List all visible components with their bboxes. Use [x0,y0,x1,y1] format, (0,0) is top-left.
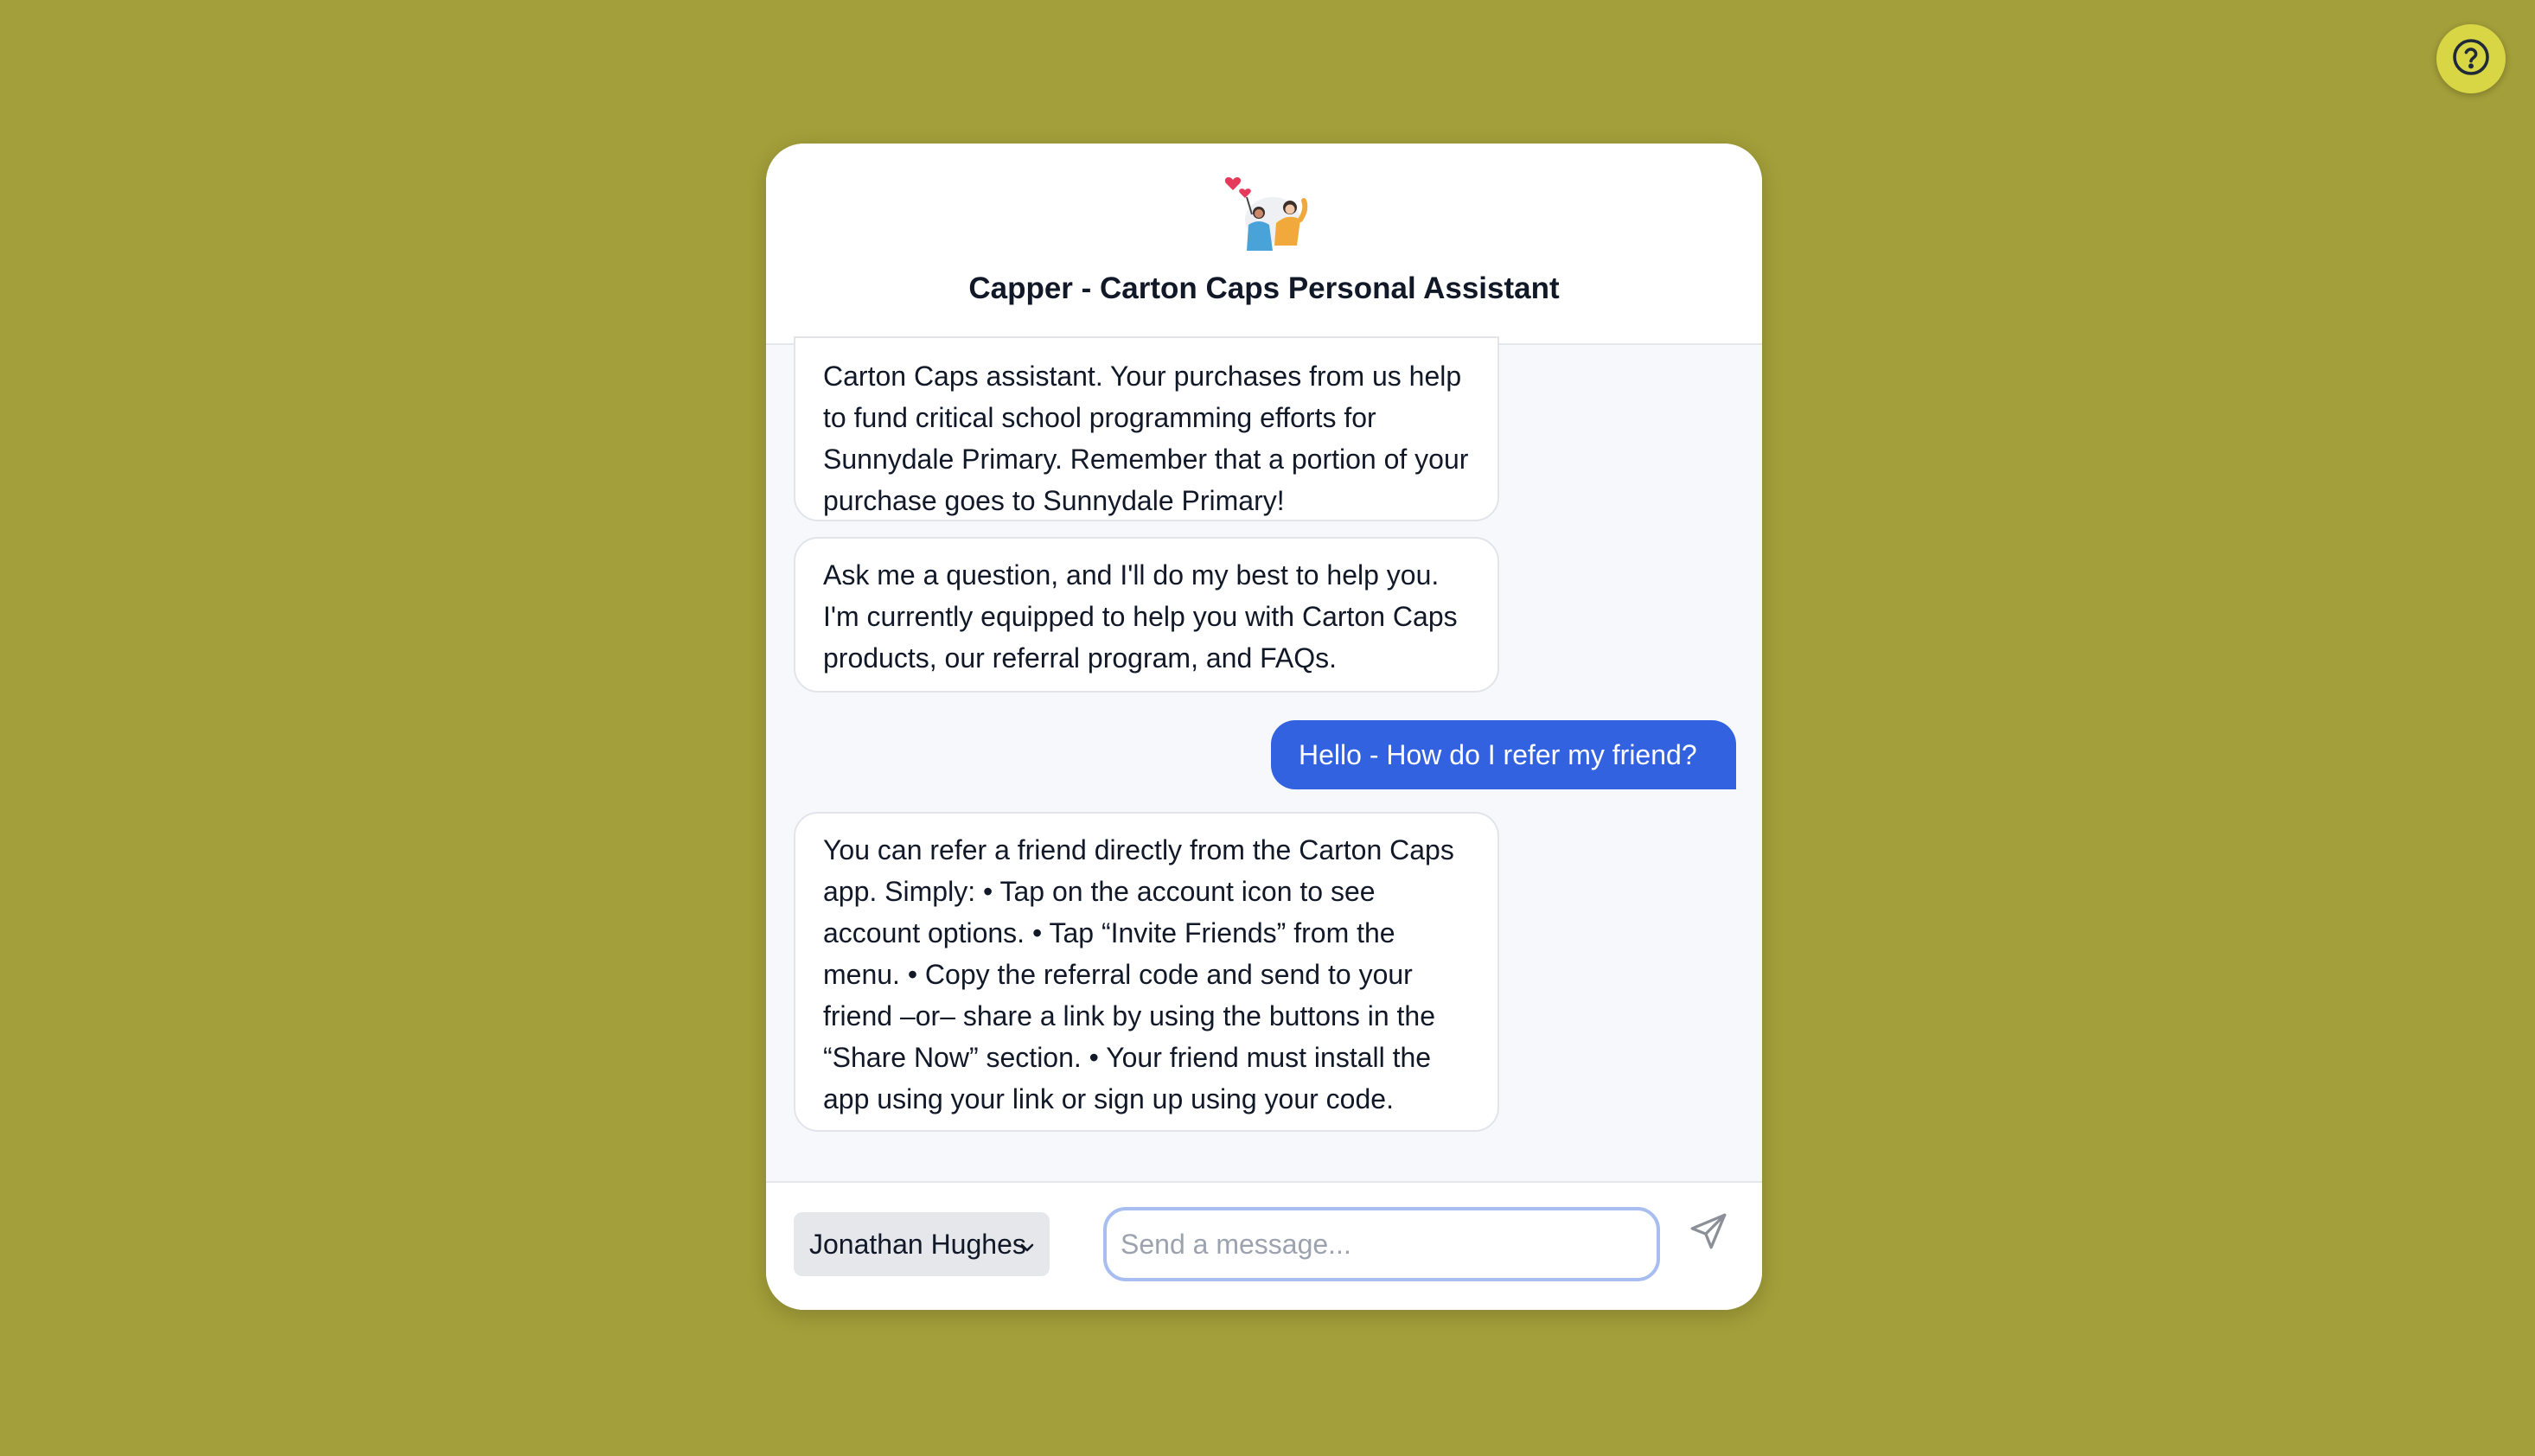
paper-plane-icon [1687,1210,1730,1257]
selected-user-label: Jonathan Hughes [809,1228,1026,1260]
user-message: Hello - How do I refer my friend? [1271,720,1736,789]
chat-window: Capper - Carton Caps Personal Assistant … [766,144,1762,1310]
assistant-message: Carton Caps assistant. Your purchases fr… [794,336,1499,521]
help-button[interactable] [2436,24,2506,93]
assistant-message: Ask me a question, and I'll do my best t… [794,537,1499,693]
user-select-dropdown[interactable]: Jonathan Hughes [794,1212,1050,1276]
chat-header: Capper - Carton Caps Personal Assistant [766,144,1762,345]
message-list: Carton Caps assistant. Your purchases fr… [766,336,1762,1310]
question-circle-icon [2450,36,2492,82]
message-composer: Jonathan Hughes [766,1181,1762,1310]
chat-title: Capper - Carton Caps Personal Assistant [968,271,1560,305]
capper-illustration-icon [1217,169,1312,256]
message-input[interactable] [1103,1207,1660,1281]
send-button[interactable] [1684,1209,1733,1257]
assistant-message: You can refer a friend directly from the… [794,812,1499,1132]
chevron-down-icon [1017,1233,1038,1254]
